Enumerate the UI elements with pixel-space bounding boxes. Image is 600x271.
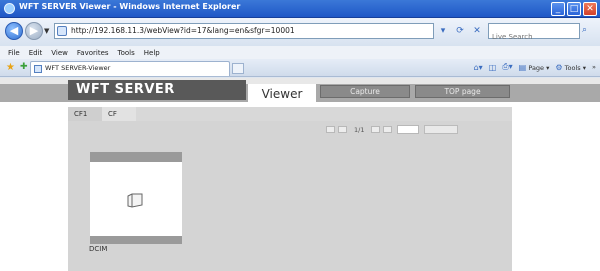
address-url[interactable]: http://192.168.11.3/webView?id=17&lang=e… [71,26,295,35]
menu-favorites[interactable]: Favorites [77,49,109,57]
page-icon [57,26,67,36]
recent-pages-dropdown[interactable]: ▼ [44,27,49,35]
ie-icon [4,3,15,14]
dropdown-icon[interactable]: ▾ [436,24,450,38]
menu-tools[interactable]: Tools [118,49,135,57]
top-page-button[interactable]: TOP page [415,85,510,98]
slot-tab-cf1[interactable]: CF1 [68,107,102,121]
maximize-button[interactable]: □ [567,2,581,16]
prev-page-button[interactable] [338,126,347,133]
card-slot-tabs: CF1 CF [68,107,136,121]
tab-page-icon [34,65,42,73]
search-icon[interactable]: ⌕ [582,25,587,35]
window-controls: _ □ ✕ [551,2,597,16]
left-margin [0,107,68,271]
command-bar: ⌂▾ ◫ ⎙▾ ▤ Page ▾ ⚙ Tools ▾ » [474,62,596,72]
page-count: 1/1 [354,125,365,134]
page-icon: ▤ [518,62,527,72]
menu-bar: File Edit View Favorites Tools Help [0,46,600,59]
more-icon[interactable]: » [592,63,596,71]
tab-label: WFT SERVER-Viewer [45,64,111,72]
next-page-button[interactable] [371,126,381,133]
go-page-button[interactable] [424,125,459,134]
capture-button[interactable]: Capture [320,85,410,98]
forward-button[interactable]: ▶ [25,22,43,40]
feeds-icon[interactable]: ◫ [489,63,497,72]
folder-label: DCIM [89,245,108,253]
new-tab-button[interactable] [232,63,244,74]
add-favorites-icon[interactable]: ✚ [20,62,28,72]
tab-row: ★ ✚ WFT SERVER-Viewer ⌂▾ ◫ ⎙▾ ▤ Page ▾ ⚙… [0,59,600,77]
page-menu-label: Page [528,63,545,72]
window-titlebar: WFT SERVER Viewer - Windows Internet Exp… [0,0,600,18]
folder-card-bottom [90,236,182,244]
address-toolbar: ◀ ▶ ▼ http://192.168.11.3/webView?id=17&… [0,18,600,46]
tools-menu[interactable]: ⚙ Tools ▾ [555,63,586,72]
right-margin [512,107,600,271]
address-buttons: ▾ ⟳ ✕ [436,24,484,38]
first-page-button[interactable] [326,126,335,133]
section-title: Viewer [248,84,316,104]
favorites-star-icon[interactable]: ★ [6,62,15,73]
menu-help[interactable]: Help [144,49,160,57]
close-button[interactable]: ✕ [583,2,597,16]
viewer-panel: CF1 CF 1/1 DCIM [68,107,512,271]
search-input[interactable] [489,30,567,44]
page-number-input[interactable] [397,125,420,134]
window-title: WFT SERVER Viewer - Windows Internet Exp… [19,2,241,11]
address-field[interactable]: http://192.168.11.3/webView?id=17&lang=e… [54,23,434,39]
folder-card-top [90,152,182,162]
tools-menu-label: Tools [564,63,581,72]
pager: 1/1 [326,125,459,134]
home-icon[interactable]: ⌂▾ [474,63,483,72]
page-viewport: WFT SERVER Viewer Capture TOP page CF1 C… [0,78,600,271]
last-page-button[interactable] [383,126,393,133]
folder-icon [127,193,143,208]
minimize-button[interactable]: _ [551,2,565,16]
print-icon[interactable]: ⎙▾ [502,62,512,72]
tab-active[interactable]: WFT SERVER-Viewer [30,61,230,76]
refresh-icon[interactable]: ⟳ [453,24,467,38]
stop-icon[interactable]: ✕ [470,24,484,38]
page-menu[interactable]: ▤ Page ▾ [519,63,550,72]
menu-edit[interactable]: Edit [29,49,43,57]
back-button[interactable]: ◀ [5,22,23,40]
tools-gear-icon: ⚙ [555,62,563,72]
menu-view[interactable]: View [51,49,68,57]
folder-card-dcim[interactable] [90,152,182,244]
slot-tab-cf[interactable]: CF [102,107,136,121]
menu-file[interactable]: File [8,49,20,57]
search-box[interactable] [488,23,580,44]
site-logo: WFT SERVER [68,80,246,100]
